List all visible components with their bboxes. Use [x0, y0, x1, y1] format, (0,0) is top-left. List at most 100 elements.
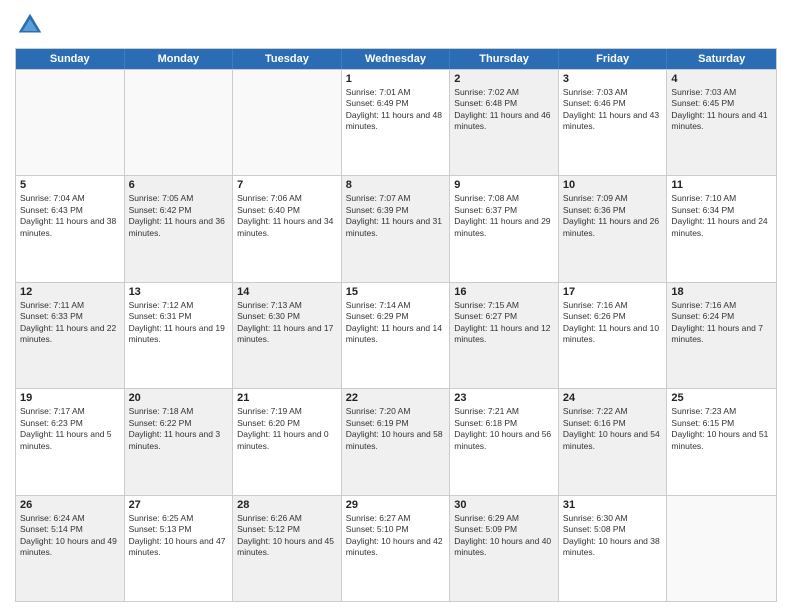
day-number: 15: [346, 286, 446, 298]
day-number: 26: [20, 499, 120, 511]
day-number: 2: [454, 73, 554, 85]
day-number: 16: [454, 286, 554, 298]
cell-text: Sunrise: 7:13 AM Sunset: 6:30 PM Dayligh…: [237, 300, 337, 346]
cal-cell: 8 Sunrise: 7:07 AM Sunset: 6:39 PM Daylig…: [342, 176, 451, 281]
cell-text: Sunrise: 6:27 AM Sunset: 5:10 PM Dayligh…: [346, 513, 446, 559]
cal-week-3: 12 Sunrise: 7:11 AM Sunset: 6:33 PM Dayli…: [16, 282, 776, 388]
cell-text: Sunrise: 7:14 AM Sunset: 6:29 PM Dayligh…: [346, 300, 446, 346]
day-number: 20: [129, 392, 229, 404]
cell-text: Sunrise: 7:01 AM Sunset: 6:49 PM Dayligh…: [346, 87, 446, 133]
cal-cell: 19 Sunrise: 7:17 AM Sunset: 6:23 PM Dayli…: [16, 389, 125, 494]
cell-text: Sunrise: 7:12 AM Sunset: 6:31 PM Dayligh…: [129, 300, 229, 346]
logo-icon: [15, 10, 45, 40]
day-number: 17: [563, 286, 663, 298]
cell-text: Sunrise: 7:16 AM Sunset: 6:24 PM Dayligh…: [671, 300, 772, 346]
page: SundayMondayTuesdayWednesdayThursdayFrid…: [0, 0, 792, 612]
cell-text: Sunrise: 7:05 AM Sunset: 6:42 PM Dayligh…: [129, 193, 229, 239]
day-number: 6: [129, 179, 229, 191]
cal-header-cell-monday: Monday: [125, 49, 234, 69]
calendar: SundayMondayTuesdayWednesdayThursdayFrid…: [15, 48, 777, 602]
cal-cell: 6 Sunrise: 7:05 AM Sunset: 6:42 PM Daylig…: [125, 176, 234, 281]
day-number: 5: [20, 179, 120, 191]
header: [15, 10, 777, 40]
cell-text: Sunrise: 7:08 AM Sunset: 6:37 PM Dayligh…: [454, 193, 554, 239]
day-number: 3: [563, 73, 663, 85]
cell-text: Sunrise: 7:23 AM Sunset: 6:15 PM Dayligh…: [671, 406, 772, 452]
cell-text: Sunrise: 6:24 AM Sunset: 5:14 PM Dayligh…: [20, 513, 120, 559]
day-number: 8: [346, 179, 446, 191]
cal-cell: 13Sunrise: 7:12 AM Sunset: 6:31 PM Dayli…: [125, 283, 234, 388]
cal-header-cell-thursday: Thursday: [450, 49, 559, 69]
cell-text: Sunrise: 7:10 AM Sunset: 6:34 PM Dayligh…: [671, 193, 772, 239]
day-number: 31: [563, 499, 663, 511]
cell-text: Sunrise: 7:16 AM Sunset: 6:26 PM Dayligh…: [563, 300, 663, 346]
cal-cell: 30 Sunrise: 6:29 AM Sunset: 5:09 PM Dayli…: [450, 496, 559, 601]
cell-text: Sunrise: 7:17 AM Sunset: 6:23 PM Dayligh…: [20, 406, 120, 452]
cal-cell: 25 Sunrise: 7:23 AM Sunset: 6:15 PM Dayli…: [667, 389, 776, 494]
cell-text: Sunrise: 6:29 AM Sunset: 5:09 PM Dayligh…: [454, 513, 554, 559]
cell-text: Sunrise: 6:26 AM Sunset: 5:12 PM Dayligh…: [237, 513, 337, 559]
cal-header-cell-friday: Friday: [559, 49, 668, 69]
cal-cell: 16 Sunrise: 7:15 AM Sunset: 6:27 PM Dayli…: [450, 283, 559, 388]
cell-text: Sunrise: 7:07 AM Sunset: 6:39 PM Dayligh…: [346, 193, 446, 239]
day-number: 28: [237, 499, 337, 511]
cal-cell: 11 Sunrise: 7:10 AM Sunset: 6:34 PM Dayli…: [667, 176, 776, 281]
cal-cell: 7 Sunrise: 7:06 AM Sunset: 6:40 PM Daylig…: [233, 176, 342, 281]
day-number: 14: [237, 286, 337, 298]
cell-text: Sunrise: 7:11 AM Sunset: 6:33 PM Dayligh…: [20, 300, 120, 346]
day-number: 30: [454, 499, 554, 511]
calendar-header-row: SundayMondayTuesdayWednesdayThursdayFrid…: [16, 49, 776, 69]
day-number: 12: [20, 286, 120, 298]
day-number: 4: [671, 73, 772, 85]
day-number: 25: [671, 392, 772, 404]
cal-cell: [16, 70, 125, 175]
cal-cell: 5 Sunrise: 7:04 AM Sunset: 6:43 PM Daylig…: [16, 176, 125, 281]
cal-cell: 21Sunrise: 7:19 AM Sunset: 6:20 PM Dayli…: [233, 389, 342, 494]
cell-text: Sunrise: 7:04 AM Sunset: 6:43 PM Dayligh…: [20, 193, 120, 239]
day-number: 23: [454, 392, 554, 404]
cal-cell: 24Sunrise: 7:22 AM Sunset: 6:16 PM Dayli…: [559, 389, 668, 494]
cell-text: Sunrise: 7:02 AM Sunset: 6:48 PM Dayligh…: [454, 87, 554, 133]
cal-week-5: 26 Sunrise: 6:24 AM Sunset: 5:14 PM Dayli…: [16, 495, 776, 601]
cal-cell: [125, 70, 234, 175]
cal-cell: 29 Sunrise: 6:27 AM Sunset: 5:10 PM Dayli…: [342, 496, 451, 601]
cal-cell: 17 Sunrise: 7:16 AM Sunset: 6:26 PM Dayli…: [559, 283, 668, 388]
cal-cell: 10Sunrise: 7:09 AM Sunset: 6:36 PM Dayli…: [559, 176, 668, 281]
cal-cell: 2 Sunrise: 7:02 AM Sunset: 6:48 PM Daylig…: [450, 70, 559, 175]
cal-cell: 27 Sunrise: 6:25 AM Sunset: 5:13 PM Dayli…: [125, 496, 234, 601]
cal-header-cell-tuesday: Tuesday: [233, 49, 342, 69]
cell-text: Sunrise: 7:19 AM Sunset: 6:20 PM Dayligh…: [237, 406, 337, 452]
day-number: 11: [671, 179, 772, 191]
cell-text: Sunrise: 7:15 AM Sunset: 6:27 PM Dayligh…: [454, 300, 554, 346]
day-number: 27: [129, 499, 229, 511]
cell-text: Sunrise: 6:25 AM Sunset: 5:13 PM Dayligh…: [129, 513, 229, 559]
cal-header-cell-saturday: Saturday: [667, 49, 776, 69]
cell-text: Sunrise: 7:18 AM Sunset: 6:22 PM Dayligh…: [129, 406, 229, 452]
cal-cell: 22Sunrise: 7:20 AM Sunset: 6:19 PM Dayli…: [342, 389, 451, 494]
cal-cell: 31 Sunrise: 6:30 AM Sunset: 5:08 PM Dayli…: [559, 496, 668, 601]
cal-week-2: 5 Sunrise: 7:04 AM Sunset: 6:43 PM Daylig…: [16, 175, 776, 281]
cal-cell: 14 Sunrise: 7:13 AM Sunset: 6:30 PM Dayli…: [233, 283, 342, 388]
cal-cell: 3 Sunrise: 7:03 AM Sunset: 6:46 PM Daylig…: [559, 70, 668, 175]
cal-cell: 26 Sunrise: 6:24 AM Sunset: 5:14 PM Dayli…: [16, 496, 125, 601]
logo: [15, 10, 49, 40]
cell-text: Sunrise: 7:03 AM Sunset: 6:45 PM Dayligh…: [671, 87, 772, 133]
day-number: 24: [563, 392, 663, 404]
cal-header-cell-wednesday: Wednesday: [342, 49, 451, 69]
cell-text: Sunrise: 6:30 AM Sunset: 5:08 PM Dayligh…: [563, 513, 663, 559]
day-number: 29: [346, 499, 446, 511]
cal-week-1: 1Sunrise: 7:01 AM Sunset: 6:49 PM Daylig…: [16, 69, 776, 175]
cal-cell: 12 Sunrise: 7:11 AM Sunset: 6:33 PM Dayli…: [16, 283, 125, 388]
day-number: 7: [237, 179, 337, 191]
cell-text: Sunrise: 7:21 AM Sunset: 6:18 PM Dayligh…: [454, 406, 554, 452]
cal-header-cell-sunday: Sunday: [16, 49, 125, 69]
cal-cell: 9Sunrise: 7:08 AM Sunset: 6:37 PM Daylig…: [450, 176, 559, 281]
cal-cell: 18Sunrise: 7:16 AM Sunset: 6:24 PM Dayli…: [667, 283, 776, 388]
day-number: 19: [20, 392, 120, 404]
day-number: 22: [346, 392, 446, 404]
cell-text: Sunrise: 7:06 AM Sunset: 6:40 PM Dayligh…: [237, 193, 337, 239]
cal-week-4: 19 Sunrise: 7:17 AM Sunset: 6:23 PM Dayli…: [16, 388, 776, 494]
cell-text: Sunrise: 7:03 AM Sunset: 6:46 PM Dayligh…: [563, 87, 663, 133]
cal-cell: 1Sunrise: 7:01 AM Sunset: 6:49 PM Daylig…: [342, 70, 451, 175]
cal-cell: 20 Sunrise: 7:18 AM Sunset: 6:22 PM Dayli…: [125, 389, 234, 494]
